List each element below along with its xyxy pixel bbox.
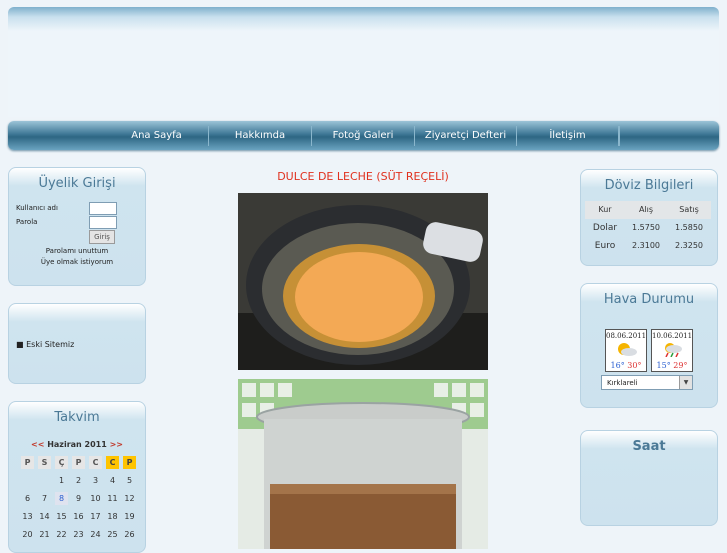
calendar-day[interactable]: 9 xyxy=(72,492,85,505)
register-link[interactable]: Üye olmak istiyorum xyxy=(9,258,145,266)
city-select-value: Kırklareli xyxy=(607,379,638,387)
currency-name: Euro xyxy=(594,241,616,251)
currency-sell: 2.3250 xyxy=(675,241,703,250)
calendar-day[interactable]: 21 xyxy=(38,528,51,541)
calendar-day[interactable]: 4 xyxy=(106,474,119,487)
calendar-day[interactable]: 14 xyxy=(38,510,51,523)
calendar-day[interactable]: 17 xyxy=(89,510,102,523)
weather-temps: 15° 29° xyxy=(652,361,692,370)
currency-header-alis: Alış xyxy=(638,205,654,214)
calendar-day xyxy=(21,474,34,487)
clock-box: Saat xyxy=(580,430,718,526)
calendar-next-button[interactable]: >> xyxy=(110,440,123,449)
forgot-password-link[interactable]: Parolamı unuttum xyxy=(9,247,145,255)
login-button[interactable]: Giriş xyxy=(89,230,115,244)
calendar-day[interactable]: 24 xyxy=(89,528,102,541)
calendar-box: Takvim << Haziran 2011 >> PSÇPCCP1234567… xyxy=(8,401,146,553)
currency-buy: 1.5750 xyxy=(632,223,660,232)
calendar-day[interactable]: 25 xyxy=(106,528,119,541)
calendar-prev-button[interactable]: << xyxy=(31,440,44,449)
currency-row-euro: Euro 2.3100 2.3250 xyxy=(585,237,711,255)
article-title: DULCE DE LECHE (SÜT REÇELİ) xyxy=(277,170,449,183)
calendar-day[interactable]: 18 xyxy=(106,510,119,523)
currency-header-kur: Kur xyxy=(598,205,612,214)
article-photo-jar xyxy=(238,379,488,549)
weather-low: 16° xyxy=(610,361,625,370)
weather-day-1: 08.06.2011 16° 30° xyxy=(605,329,647,372)
nav-item-home[interactable]: Ana Sayfa xyxy=(105,126,209,146)
calendar-day[interactable]: 15 xyxy=(55,510,68,523)
password-label: Parola xyxy=(16,218,38,226)
chevron-down-icon[interactable]: ▼ xyxy=(679,376,692,389)
calendar-month-nav: << Haziran 2011 >> xyxy=(9,440,145,449)
calendar-day[interactable]: 7 xyxy=(38,492,51,505)
calendar-weekday: C xyxy=(106,456,119,469)
currency-header-satis: Satış xyxy=(679,205,699,214)
calendar-day[interactable]: 2 xyxy=(72,474,85,487)
calendar-day[interactable]: 11 xyxy=(106,492,119,505)
nav-item-gallery[interactable]: Fotoğ Galeri xyxy=(312,126,415,146)
nav-item-guestbook[interactable]: Ziyaretçi Defteri xyxy=(415,126,517,146)
password-input[interactable] xyxy=(89,216,117,229)
calendar-day[interactable]: 10 xyxy=(89,492,102,505)
username-input[interactable] xyxy=(89,202,117,215)
nav-item-contact[interactable]: İletişim xyxy=(517,126,619,146)
calendar-day[interactable]: 3 xyxy=(89,474,102,487)
calendar-weekday: P xyxy=(123,456,136,469)
rain-icon xyxy=(665,343,682,357)
weather-high: 30° xyxy=(627,361,642,370)
calendar-day[interactable]: 20 xyxy=(21,528,34,541)
calendar-day[interactable]: 5 xyxy=(123,474,136,487)
weather-day-2: 10.06.2011 15° 29° xyxy=(651,329,693,372)
site-header-banner xyxy=(8,7,719,117)
calendar-day[interactable]: 19 xyxy=(123,510,136,523)
currency-buy: 2.3100 xyxy=(632,241,660,250)
weather-high: 29° xyxy=(673,361,688,370)
weather-date: 08.06.2011 xyxy=(606,332,647,340)
calendar-weekday: C xyxy=(89,456,102,469)
weather-title: Hava Durumu xyxy=(603,292,695,307)
nav-item-about[interactable]: Hakkımda xyxy=(209,126,312,146)
calendar-day[interactable]: 22 xyxy=(55,528,68,541)
currency-row-dolar: Dolar 1.5750 1.5850 xyxy=(585,219,711,237)
username-label: Kullanıcı adı xyxy=(16,204,58,212)
calendar-weekday: P xyxy=(72,456,85,469)
calendar-day[interactable]: 6 xyxy=(21,492,34,505)
calendar-day[interactable]: 26 xyxy=(123,528,136,541)
calendar-day[interactable]: 1 xyxy=(55,474,68,487)
city-select[interactable]: Kırklareli ▼ xyxy=(601,375,693,390)
calendar-day[interactable]: 23 xyxy=(72,528,85,541)
login-box: Üyelik Girişi Kullanıcı adı Parola Giriş… xyxy=(8,167,146,286)
calendar-day[interactable]: 13 xyxy=(21,510,34,523)
calendar-weekday: P xyxy=(21,456,34,469)
weather-temps: 16° 30° xyxy=(606,361,646,370)
article-photo-pan xyxy=(238,193,488,370)
calendar-day xyxy=(38,474,51,487)
currency-table: Kur Alış Satış Dolar 1.5750 1.5850 Euro … xyxy=(585,201,711,255)
calendar-day[interactable]: 16 xyxy=(72,510,85,523)
weather-low: 15° xyxy=(656,361,671,370)
currency-header-row: Kur Alış Satış xyxy=(585,201,711,219)
partly-cloudy-icon xyxy=(618,343,637,356)
currency-title: Döviz Bilgileri xyxy=(604,178,694,193)
old-site-link[interactable]: ■ Eski Sitemiz xyxy=(16,340,74,349)
currency-sell: 1.5850 xyxy=(675,223,703,232)
calendar-title: Takvim xyxy=(54,410,100,425)
weather-date: 10.06.2011 xyxy=(652,332,693,340)
main-navbar: Ana Sayfa Hakkımda Fotoğ Galeri Ziyaretç… xyxy=(8,121,719,150)
currency-name: Dolar xyxy=(592,223,618,233)
calendar-day[interactable]: 8 xyxy=(55,492,68,505)
calendar-weekday: S xyxy=(38,456,51,469)
clock-title: Saat xyxy=(632,439,666,454)
nav-item-blank xyxy=(619,126,620,146)
calendar-day[interactable]: 12 xyxy=(123,492,136,505)
calendar-weekday: Ç xyxy=(55,456,68,469)
login-title: Üyelik Girişi xyxy=(38,176,116,191)
links-box: ■ Eski Sitemiz xyxy=(8,303,146,384)
calendar-month-label: Haziran 2011 xyxy=(47,440,107,449)
